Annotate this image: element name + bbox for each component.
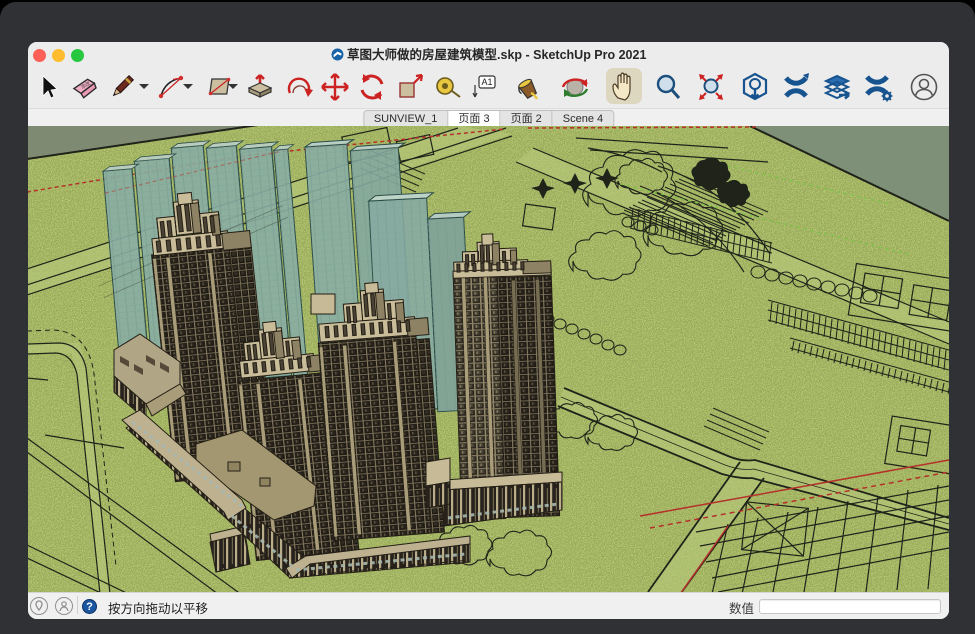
svg-text:A1: A1 bbox=[482, 77, 493, 87]
